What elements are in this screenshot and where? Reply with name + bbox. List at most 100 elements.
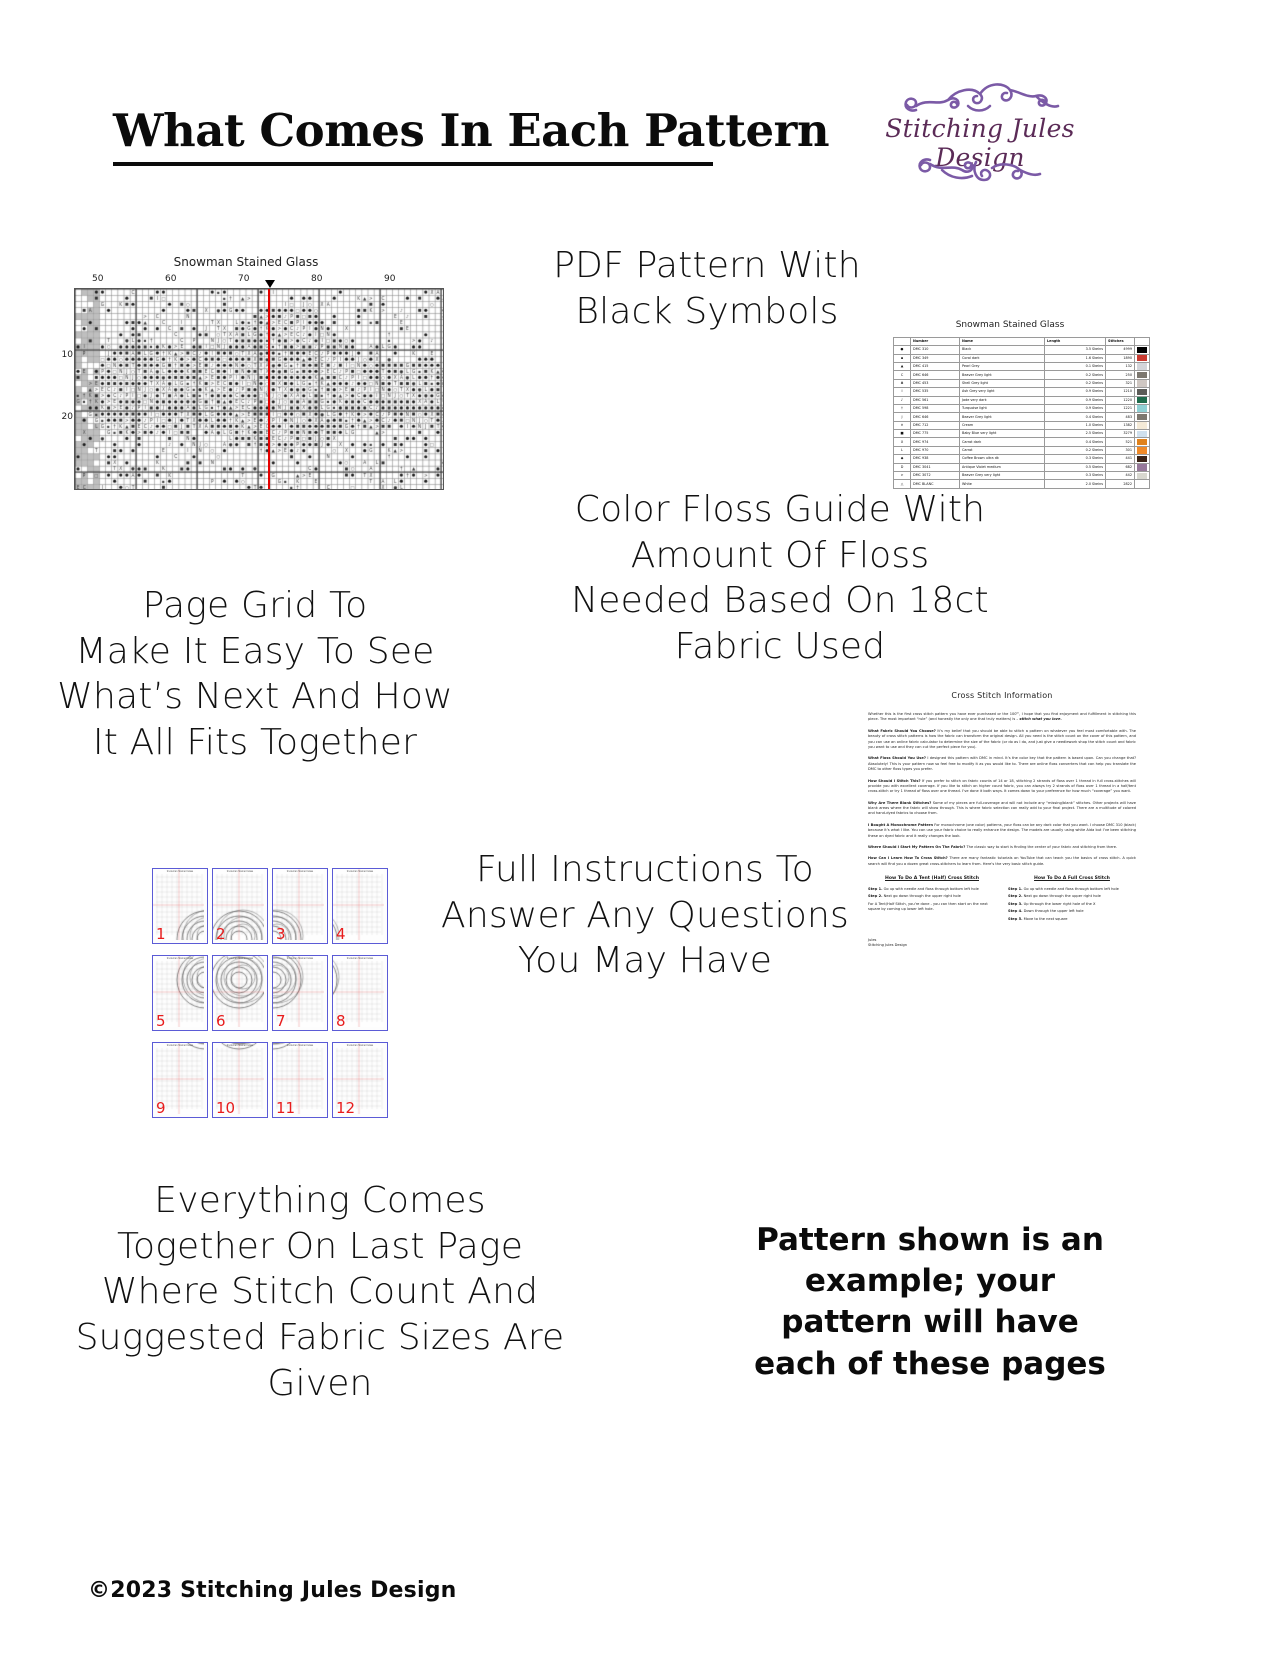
thumbnail-title: Snowman Stained Glass (226, 1044, 254, 1047)
thumbnail-page-number: 11 (276, 1099, 296, 1117)
chart-column-label: 90 (384, 274, 396, 284)
thumbnail-title: Snowman Stained Glass (286, 1044, 314, 1047)
page-grid-thumbnail[interactable]: Snowman Stained Glass 6 (212, 955, 268, 1031)
page-grid-thumbnail[interactable]: Snowman Stained Glass 7 (272, 955, 328, 1031)
page-grid-thumbnail[interactable]: Snowman Stained Glass 8 (332, 955, 388, 1031)
stitch-guide-step: Step 1. Go up with needle and floss thro… (868, 887, 979, 892)
stitch-guide-title: How To Do A Full Cross Stitch (1034, 876, 1110, 882)
floss-stitches: 682 (1105, 462, 1135, 473)
floss-stitches: 1382 (1105, 420, 1135, 431)
floss-symbol: ● (893, 345, 911, 355)
floss-length: 0.3 Skeins (1044, 471, 1106, 481)
page-grid-thumbnail[interactable]: Snowman Stained Glass 4 (332, 868, 388, 944)
floss-length: 2.5 Skeins (1044, 429, 1106, 439)
floss-stitches: 301 (1105, 445, 1135, 456)
thumbnail-page-number: 3 (276, 925, 286, 943)
thumbnail-page-number: 9 (156, 1099, 166, 1117)
floss-table-title: Snowman Stained Glass (955, 320, 1065, 330)
floss-length: 3.5 Skeins (1044, 345, 1106, 355)
thumbnail-page-number: 6 (216, 1012, 226, 1030)
floss-symbol: ◆ (893, 454, 911, 464)
table-row: C DMC 646 Beaver Grey light 0.2 Skeins 250 (893, 370, 1150, 380)
page-grid-thumbnail[interactable]: Snowman Stained Glass 12 (332, 1042, 388, 1118)
heading-floss-guide: Color Floss Guide With Amount Of Floss N… (571, 489, 989, 668)
floss-color-swatch (1134, 412, 1150, 422)
floss-length: 0.2 Skeins (1044, 445, 1106, 456)
step-label: Step 4. (1008, 909, 1023, 914)
floss-symbol: J (893, 412, 911, 422)
floss-color-swatch (1134, 454, 1150, 464)
heading-instructions: Full Instructions To Answer Any Question… (441, 849, 849, 982)
page-grid-thumbnail[interactable]: Snowman Stained Glass 3 (272, 868, 328, 944)
floss-length: 0.9 Skeins (1044, 403, 1106, 414)
thumbnail-title: Snowman Stained Glass (166, 957, 194, 960)
step-label: Step 3. (1008, 901, 1023, 906)
floss-color-swatch (1134, 361, 1150, 372)
floss-name: Shell Grey light (959, 378, 1045, 389)
floss-number: DMC 598 (910, 403, 960, 414)
doc-section-question: What Fabric Should You Choose? (868, 728, 936, 733)
thumbnail-page-number: 1 (156, 925, 166, 943)
floss-number: DMC 3072 (910, 471, 960, 481)
floss-name: Antique Violet medium (959, 462, 1045, 473)
chart-symbol-cells (75, 289, 443, 489)
chart-row-labels: 10 20 (46, 288, 76, 488)
floss-stitches: 521 (1105, 437, 1135, 447)
floss-name: Beaver Grey very light (959, 471, 1045, 481)
floss-number: DMC 310 (910, 345, 960, 355)
chart-title: Snowman Stained Glass (173, 255, 319, 269)
floss-number: DMC 535 (910, 387, 960, 397)
table-row: △ DMC BLANC White 2.0 Skeins 2822 (893, 479, 1150, 489)
floss-number: DMC 775 (910, 429, 960, 439)
floss-name: Beaver Grey light (959, 412, 1045, 422)
floss-length: 0.9 Skeins (1044, 395, 1106, 405)
doc-section-question: How Should I Stitch This? (868, 778, 921, 783)
floss-stitches: 1221 (1105, 403, 1135, 414)
floss-length: 0.1 Skeins (1044, 361, 1106, 372)
table-row: ■ DMC 775 Baby Blue very light 2.5 Skeins 32… (893, 429, 1150, 439)
step-label: Step 1. (1008, 887, 1023, 892)
table-row: ▲ DMC 415 Pearl Grey 0.1 Skeins 132 (893, 361, 1150, 372)
step-label: Step 2. (868, 894, 883, 899)
doc-intro: Whether this is the first cross stitch p… (868, 712, 1136, 722)
floss-color-swatch (1134, 370, 1150, 380)
floss-number: DMC 415 (910, 361, 960, 372)
page-grid-thumbnail[interactable]: Snowman Stained Glass 2 (212, 868, 268, 944)
thumbnail-page-number: 4 (336, 925, 346, 943)
pattern-chart-preview: Snowman Stained Glass 50 60 70 80 90 10 20 (46, 250, 446, 500)
doc-section: Why Are There Blank Stitches? Some of my… (868, 800, 1137, 816)
floss-name: Carrot dark (959, 437, 1045, 447)
thumbnail-page-number: 12 (336, 1099, 356, 1117)
floss-symbol: ♪ (893, 395, 911, 405)
table-column-header: Length (1044, 336, 1106, 347)
heading-pdf-pattern: PDF Pattern With Black Symbols (553, 245, 861, 332)
floss-stitches: 1210 (1105, 387, 1135, 397)
floss-number: DMC 974 (910, 437, 960, 447)
floss-name: Carrot (959, 445, 1045, 456)
floss-color-swatch (1134, 353, 1150, 363)
floss-stitches: 441 (1105, 454, 1135, 464)
page-grid-thumbnail[interactable]: Snowman Stained Glass 1 (152, 868, 208, 944)
thumbnail-title: Snowman Stained Glass (346, 870, 374, 873)
page-grid-thumbnails: Snowman Stained Glass 1 Snowman Stained Gl… (152, 868, 392, 1118)
floss-color-swatch (1134, 378, 1150, 389)
thumbnail-title: Snowman Stained Glass (226, 870, 254, 873)
chart-column-label: 60 (165, 274, 177, 284)
page-grid-thumbnail[interactable]: Snowman Stained Glass 5 (152, 955, 208, 1031)
floss-color-swatch (1134, 395, 1150, 405)
floss-color-swatch (1134, 479, 1150, 489)
page-grid-thumbnail[interactable]: Snowman Stained Glass 9 (152, 1042, 208, 1118)
floss-name: Beaver Grey light (959, 370, 1045, 380)
floss-color-swatch (1134, 420, 1150, 431)
floss-name: Jade very dark (959, 395, 1045, 405)
stitch-guides: How To Do A Tent (Half) Cross Stitch Step… (868, 876, 1136, 924)
page-grid-thumbnail[interactable]: Snowman Stained Glass 11 (272, 1042, 328, 1118)
floss-stitches: 3279 (1105, 429, 1135, 439)
floss-stitches: 2822 (1105, 479, 1135, 489)
stitch-guide-title: How To Do A Tent (Half) Cross Stitch (885, 876, 979, 882)
floss-color-swatch (1134, 445, 1150, 456)
thumbnail-title: Snowman Stained Glass (166, 1044, 194, 1047)
table-column-header (893, 336, 911, 347)
page-grid-thumbnail[interactable]: Snowman Stained Glass 10 (212, 1042, 268, 1118)
floss-number: DMC 646 (910, 412, 960, 422)
